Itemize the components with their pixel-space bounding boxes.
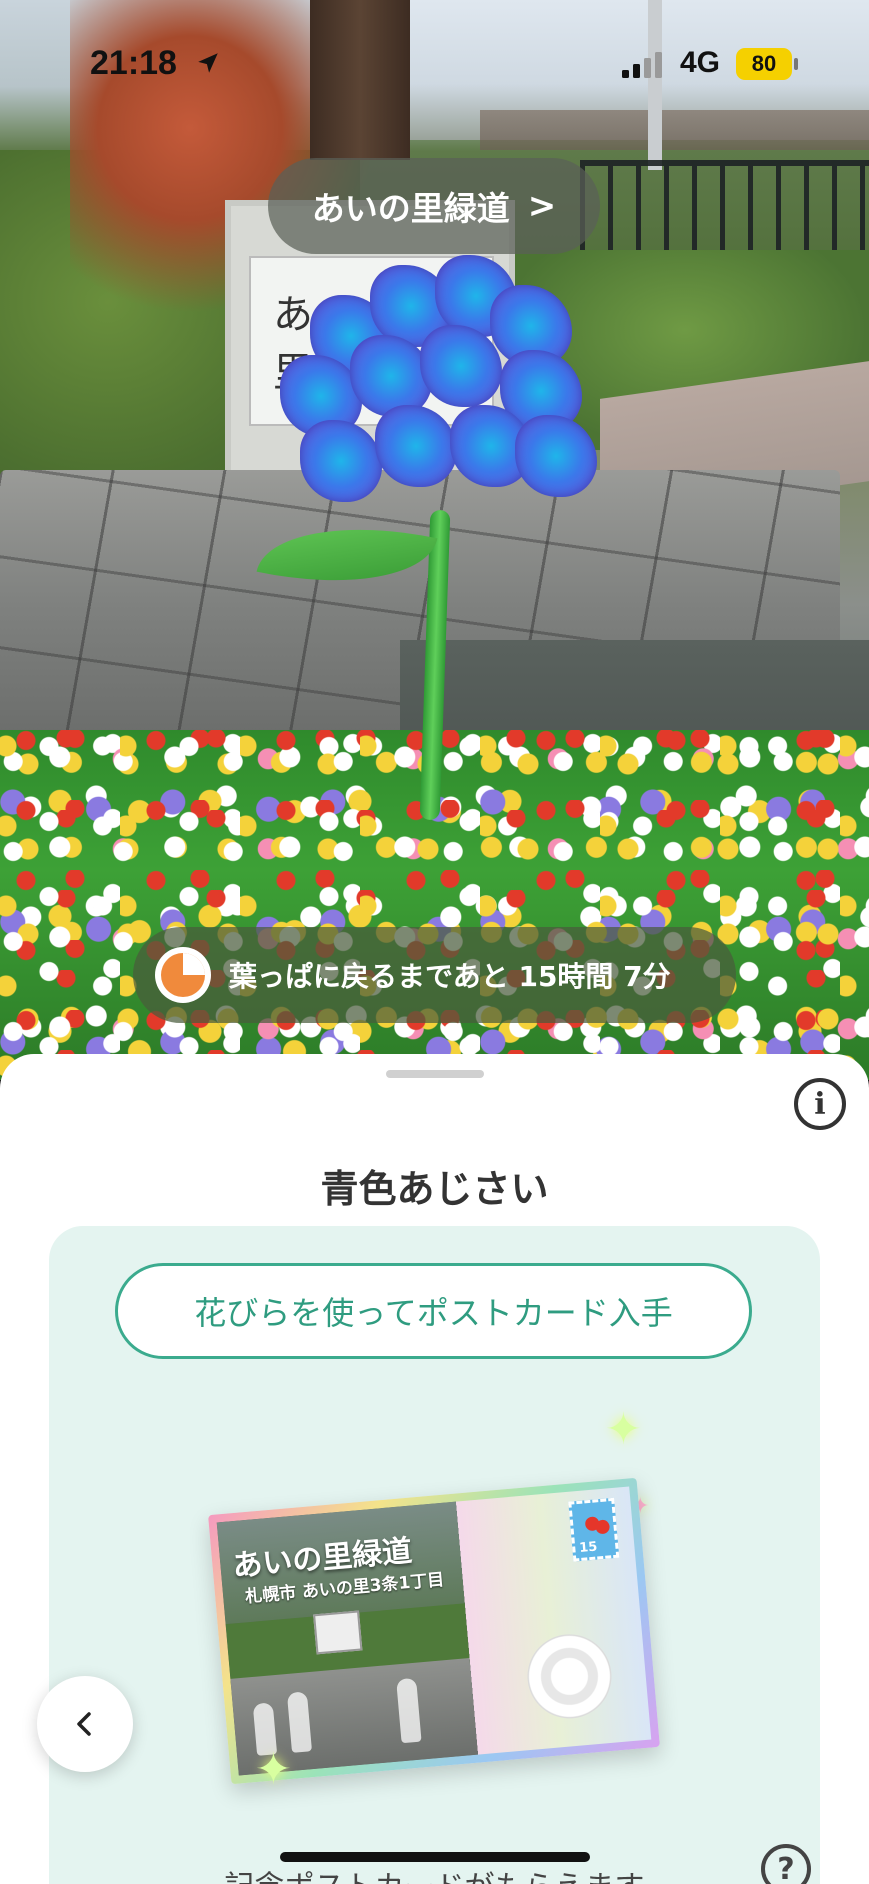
status-bar: 21:18 4G 80: [0, 0, 869, 130]
cellular-signal-icon: [622, 52, 662, 78]
white-rose-icon: [523, 1630, 615, 1722]
petal: [420, 325, 502, 407]
chevron-right-icon: >: [527, 186, 557, 226]
battery-level: 80: [751, 51, 777, 76]
timer-text: 葉っぱに戻るまであと 15時間 7分: [229, 960, 671, 993]
postcard-sign: [313, 1610, 363, 1655]
pie-timer-icon: [155, 947, 211, 1003]
petal: [300, 420, 382, 502]
sheet-grabber[interactable]: [386, 1070, 484, 1078]
hydrangea-bloom[interactable]: [270, 255, 610, 525]
cherry-icon: [584, 1516, 600, 1532]
flower-title: 青色あじさい: [320, 1167, 549, 1211]
sparkle-icon: ✦: [605, 1404, 642, 1455]
postcard-stamp: 15: [568, 1497, 620, 1562]
petal: [515, 415, 597, 497]
network-type: 4G: [680, 46, 721, 79]
postcard-caption: 記念ポストカードがもらえます: [0, 1862, 869, 1884]
chevron-left-icon: [77, 1712, 91, 1736]
get-postcard-button[interactable]: 花びらを使ってポストカード入手: [115, 1263, 752, 1359]
home-indicator[interactable]: [280, 1852, 590, 1862]
location-arrow-icon: [198, 53, 218, 73]
leaf-timer: 葉っぱに戻るまであと 15時間 7分: [133, 927, 736, 1023]
stamp-value: 15: [578, 1539, 599, 1556]
postcard-face: あいの里緑道 札幌市 あいの里3条1丁目 15: [216, 1486, 652, 1776]
petal: [375, 405, 457, 487]
battery-cap: [794, 58, 798, 70]
back-button[interactable]: [37, 1676, 133, 1772]
clock: 21:18: [90, 44, 177, 82]
info-icon[interactable]: i: [794, 1078, 846, 1130]
location-name-button[interactable]: あいの里緑道 >: [268, 158, 600, 254]
location-name: あいの里緑道: [311, 189, 510, 228]
petal: [350, 335, 432, 417]
sparkle-icon: ✦: [255, 1744, 292, 1795]
postcard[interactable]: あいの里緑道 札幌市 あいの里3条1丁目 15: [208, 1477, 660, 1785]
battery-icon: 80: [736, 48, 792, 80]
postcard-panel: 花びらを使ってポストカード入手 ✦ ✦ あいの里緑道 札幌市 あいの里3条1丁目…: [49, 1226, 820, 1884]
flower-detail-sheet: i 青色あじさい 花びらを使ってポストカード入手 ✦ ✦ あいの里緑道 札幌市 …: [0, 1054, 869, 1884]
